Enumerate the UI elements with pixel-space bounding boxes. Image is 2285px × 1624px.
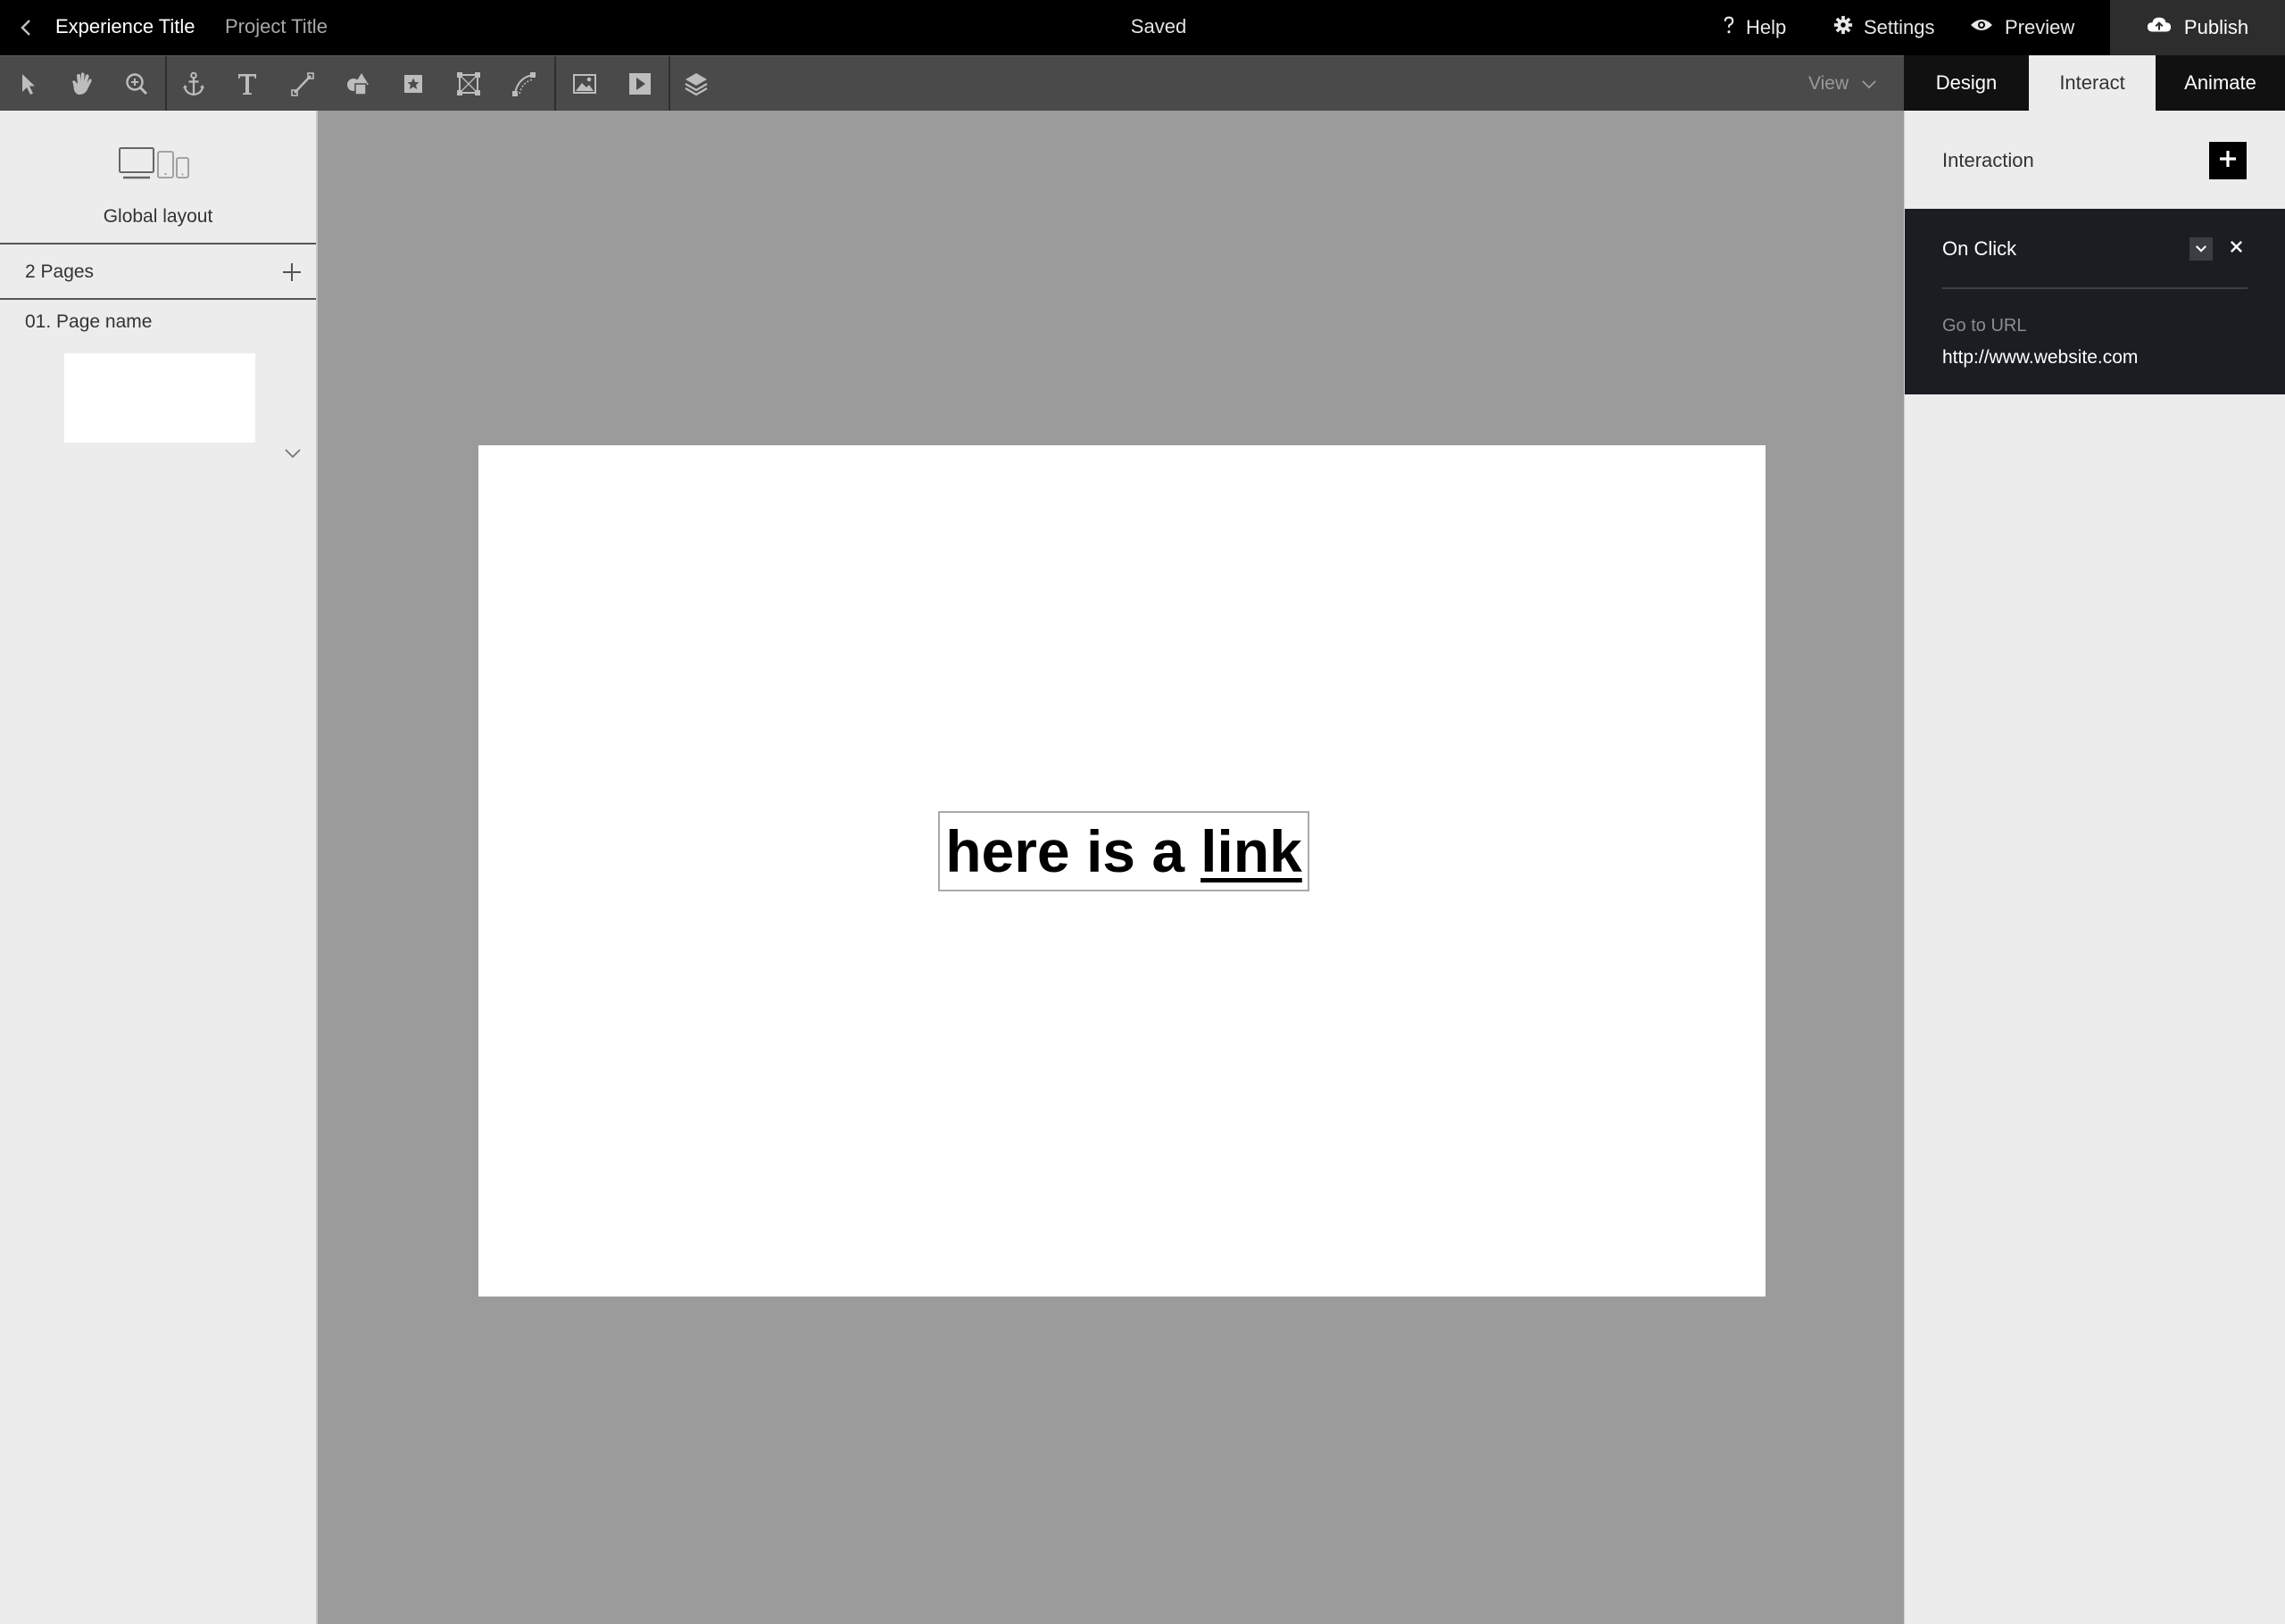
chevron-down-icon (1861, 73, 1877, 95)
tab-animate[interactable]: Animate (2156, 55, 2285, 111)
view-dropdown[interactable]: View (1808, 56, 1877, 112)
global-layout-label: Global layout (103, 206, 213, 227)
save-status: Saved (1130, 15, 1187, 37)
interaction-header: Interaction (1905, 111, 2285, 209)
text-content: here is a (945, 818, 1185, 884)
toolbar-divider (554, 56, 556, 112)
plus-icon (2217, 148, 2239, 174)
add-page-plus-icon[interactable] (280, 261, 303, 284)
toolbar: View (0, 55, 1904, 112)
interaction-divider (1942, 287, 2248, 289)
select-arrow-icon[interactable] (0, 56, 55, 112)
line-icon[interactable] (275, 56, 330, 112)
preview-label: Preview (2005, 16, 2075, 38)
chevron-down-icon[interactable] (282, 445, 303, 461)
pages-count: 2 Pages (25, 261, 95, 282)
shapes-icon[interactable] (330, 56, 386, 112)
top-bar: Experience Title Project Title Saved Hel… (0, 0, 2285, 55)
pages-sidebar: Global layout 2 Pages 01. Page name (0, 111, 318, 1624)
help-label: Help (1746, 16, 1787, 38)
layers-icon[interactable] (669, 56, 724, 112)
expand-interaction-button[interactable] (2189, 237, 2213, 261)
action-type-label: Go to URL (1942, 316, 2027, 336)
pages-header: 2 Pages (0, 246, 316, 300)
artboard[interactable]: here is a link (478, 445, 1766, 1297)
tab-interact[interactable]: Interact (2029, 55, 2156, 111)
close-icon (2230, 240, 2243, 258)
project-title[interactable]: Project Title (225, 15, 328, 38)
global-layout-button[interactable]: Global layout (0, 111, 316, 244)
settings-button[interactable]: Settings (1833, 12, 1935, 43)
interaction-label: Interaction (1942, 149, 2034, 171)
symbol-icon[interactable] (386, 56, 441, 112)
question-mark-icon (1723, 14, 1735, 41)
panel-tabs: Design Interact Animate (1904, 55, 2285, 111)
gear-icon (1833, 15, 1853, 40)
text-link[interactable]: link (1201, 817, 1302, 885)
eye-icon (1969, 16, 1994, 39)
page-thumbnail[interactable] (64, 353, 255, 443)
chevron-down-icon (2195, 241, 2207, 257)
preview-button[interactable]: Preview (1969, 12, 2074, 43)
cloud-upload-icon (2147, 15, 2172, 40)
path-icon[interactable] (496, 56, 552, 112)
on-click-interaction: On Click Go to URL http://www.website.co… (1905, 209, 2285, 394)
selected-text-element[interactable]: here is a link (938, 811, 1309, 891)
video-icon[interactable] (612, 56, 668, 112)
image-icon[interactable] (557, 56, 612, 112)
view-dropdown-label: View (1808, 73, 1849, 94)
help-button[interactable]: Help (1723, 12, 1786, 43)
zoom-icon[interactable] (109, 56, 164, 112)
url-value[interactable]: http://www.website.com (1942, 347, 2138, 369)
trigger-label: On Click (1942, 237, 2017, 260)
experience-title[interactable]: Experience Title (55, 15, 195, 38)
publish-button[interactable]: Publish (2110, 0, 2285, 55)
anchor-icon[interactable] (166, 56, 221, 112)
devices-icon (118, 146, 193, 182)
frame-icon[interactable] (441, 56, 496, 112)
interaction-panel: Interaction On Click Go to URL http://ww… (1904, 111, 2285, 1624)
hand-icon[interactable] (54, 56, 109, 112)
remove-interaction-button[interactable] (2224, 237, 2248, 261)
page-name[interactable]: 01. Page name (25, 311, 152, 333)
add-interaction-button[interactable] (2209, 142, 2247, 179)
settings-label: Settings (1864, 16, 1935, 38)
canvas-area[interactable]: here is a link (318, 111, 1904, 1624)
back-chevron-icon[interactable] (16, 13, 36, 42)
tab-design[interactable]: Design (1904, 55, 2029, 111)
text-icon[interactable] (220, 56, 275, 112)
publish-label: Publish (2183, 16, 2249, 38)
